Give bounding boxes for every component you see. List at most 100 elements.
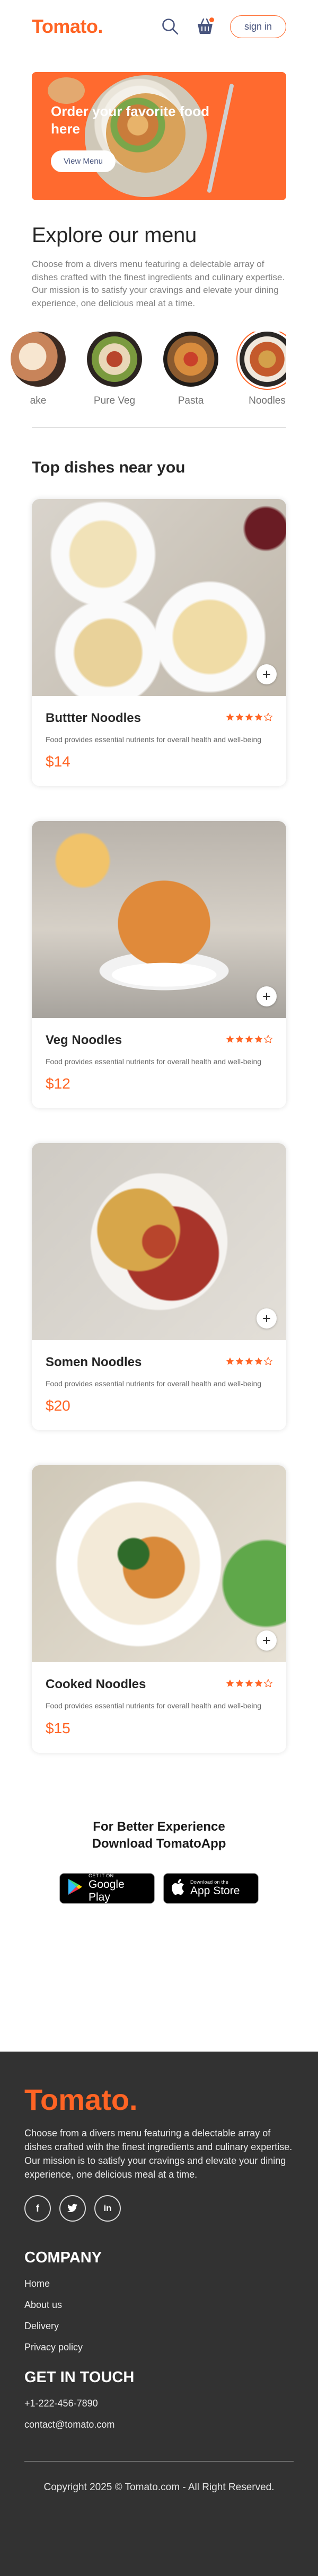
add-to-cart-button[interactable] bbox=[257, 664, 277, 684]
contact-email[interactable]: contact@tomato.com bbox=[24, 2419, 294, 2430]
star-icon bbox=[226, 1679, 234, 1690]
footer-link-about[interactable]: About us bbox=[24, 2299, 294, 2311]
footer-logo[interactable]: Tomato. bbox=[24, 2082, 294, 2117]
cake-image bbox=[11, 331, 66, 387]
star-empty-icon bbox=[263, 712, 273, 724]
menu-category-list[interactable]: ake Pure Veg Pasta Noodles bbox=[11, 331, 286, 407]
contact-phone[interactable]: +1-222-456-7890 bbox=[24, 2398, 294, 2409]
add-to-cart-button[interactable] bbox=[257, 986, 277, 1006]
food-name: Cooked Noodles bbox=[46, 1677, 146, 1692]
food-price: $15 bbox=[46, 1719, 70, 1736]
food-info: Cooked Noodles Food provides essential n… bbox=[32, 1662, 286, 1752]
page: Tomato. sign in Order your favorite food… bbox=[0, 0, 318, 2576]
food-info: Somen Noodles Food provides essential nu… bbox=[32, 1340, 286, 1430]
food-card[interactable]: Veg Noodles Food provides essential nutr… bbox=[32, 821, 286, 1109]
basket-icon[interactable] bbox=[195, 16, 215, 37]
food-card[interactable]: Buttter Noodles Food provides essential … bbox=[32, 498, 286, 786]
pure-veg-image bbox=[87, 331, 142, 387]
menu-item-noodles[interactable]: Noodles bbox=[240, 331, 286, 407]
pasta-image bbox=[163, 331, 218, 387]
noodles-image bbox=[240, 331, 286, 387]
basket-indicator-dot bbox=[209, 17, 214, 22]
hero-banner: Order your favorite food here View Menu bbox=[32, 72, 286, 200]
copyright-text: Copyright 2025 © Tomato.com - All Right … bbox=[43, 2482, 275, 2493]
star-icon bbox=[235, 1035, 244, 1046]
footer-link-delivery[interactable]: Delivery bbox=[24, 2321, 294, 2332]
food-info: Veg Noodles Food provides essential nutr… bbox=[32, 1018, 286, 1108]
menu-item-pure-veg[interactable]: Pure Veg bbox=[87, 331, 142, 407]
food-image bbox=[32, 1143, 286, 1341]
navbar-actions: sign in bbox=[160, 15, 286, 38]
food-image bbox=[32, 1465, 286, 1663]
menu-item-label: ake bbox=[30, 395, 47, 406]
food-price: $20 bbox=[46, 1397, 70, 1414]
food-card[interactable]: Somen Noodles Food provides essential nu… bbox=[32, 1143, 286, 1431]
contact-list: +1-222-456-7890 contact@tomato.com bbox=[24, 2398, 294, 2430]
star-icon bbox=[235, 713, 244, 724]
rating-stars bbox=[226, 1034, 273, 1046]
menu-item-label: Pure Veg bbox=[93, 395, 136, 406]
section-divider bbox=[32, 426, 286, 428]
star-icon bbox=[245, 1035, 253, 1046]
google-play-button[interactable]: GET IT ON Google Play bbox=[59, 1873, 155, 1904]
app-store-small-text: Download on the bbox=[190, 1879, 229, 1885]
food-description: Food provides essential nutrients for ov… bbox=[46, 1057, 262, 1066]
fork-icon bbox=[207, 83, 234, 193]
footer-link-privacy[interactable]: Privacy policy bbox=[24, 2342, 294, 2353]
add-to-cart-button[interactable] bbox=[257, 1308, 277, 1329]
menu-item-label: Pasta bbox=[178, 395, 204, 406]
footer-description: Choose from a divers menu featuring a de… bbox=[24, 2128, 293, 2180]
food-image bbox=[32, 821, 286, 1018]
explore-description: Choose from a divers menu featuring a de… bbox=[32, 259, 285, 308]
star-icon bbox=[226, 1035, 234, 1046]
menu-item-label: Noodles bbox=[249, 395, 286, 406]
menu-item-pasta[interactable]: Pasta bbox=[163, 331, 218, 407]
facebook-icon[interactable]: f bbox=[24, 2195, 51, 2222]
star-empty-icon bbox=[263, 1034, 273, 1046]
rating-stars bbox=[226, 1357, 273, 1368]
explore-menu-section: Explore our menu Choose from a divers me… bbox=[0, 224, 318, 428]
food-card[interactable]: Cooked Noodles Food provides essential n… bbox=[32, 1465, 286, 1753]
food-price: $12 bbox=[46, 1075, 70, 1092]
top-dishes-title: Top dishes near you bbox=[32, 458, 186, 476]
twitter-icon[interactable] bbox=[59, 2195, 86, 2222]
view-menu-button[interactable]: View Menu bbox=[51, 150, 116, 172]
hero-sauce-image bbox=[48, 77, 85, 104]
food-name: Buttter Noodles bbox=[46, 710, 141, 725]
app-store-button[interactable]: Download on the App Store bbox=[163, 1873, 259, 1904]
food-name: Veg Noodles bbox=[46, 1032, 122, 1047]
top-dishes-section: Top dishes near you Buttter Noodles Food… bbox=[0, 459, 318, 1753]
star-icon bbox=[235, 1679, 244, 1690]
menu-item-cake[interactable]: ake bbox=[11, 331, 66, 407]
star-icon bbox=[254, 713, 263, 724]
signin-button[interactable]: sign in bbox=[229, 15, 286, 38]
add-to-cart-button[interactable] bbox=[257, 1630, 277, 1651]
star-icon bbox=[254, 1035, 263, 1046]
linkedin-icon[interactable]: in bbox=[94, 2195, 121, 2222]
food-description: Food provides essential nutrients for ov… bbox=[46, 735, 262, 744]
company-links: Home About us Delivery Privacy policy bbox=[24, 2278, 294, 2353]
search-icon[interactable] bbox=[160, 16, 180, 37]
star-icon bbox=[226, 713, 234, 724]
food-image bbox=[32, 498, 286, 696]
store-buttons: GET IT ON Google Play Download on the Ap… bbox=[32, 1873, 286, 1904]
hero-headline: Order your favorite food here bbox=[51, 103, 210, 137]
app-download-section: For Better Experience Download TomatoApp… bbox=[0, 1819, 318, 1904]
food-name: Somen Noodles bbox=[46, 1355, 142, 1370]
rating-stars bbox=[226, 712, 273, 724]
contact-title: GET IN TOUCH bbox=[24, 2369, 135, 2386]
star-icon bbox=[245, 713, 253, 724]
food-info: Buttter Noodles Food provides essential … bbox=[32, 696, 286, 786]
star-empty-icon bbox=[263, 1679, 273, 1690]
star-icon bbox=[254, 1679, 263, 1690]
footer-link-home[interactable]: Home bbox=[24, 2278, 294, 2289]
social-links: f in bbox=[24, 2195, 294, 2222]
rating-stars bbox=[226, 1679, 273, 1690]
star-icon bbox=[254, 1357, 263, 1368]
star-empty-icon bbox=[263, 1357, 273, 1368]
footer-divider bbox=[24, 2461, 294, 2462]
apple-icon bbox=[171, 1878, 185, 1898]
google-play-icon bbox=[67, 1878, 83, 1898]
star-icon bbox=[245, 1357, 253, 1368]
logo[interactable]: Tomato. bbox=[32, 15, 103, 38]
